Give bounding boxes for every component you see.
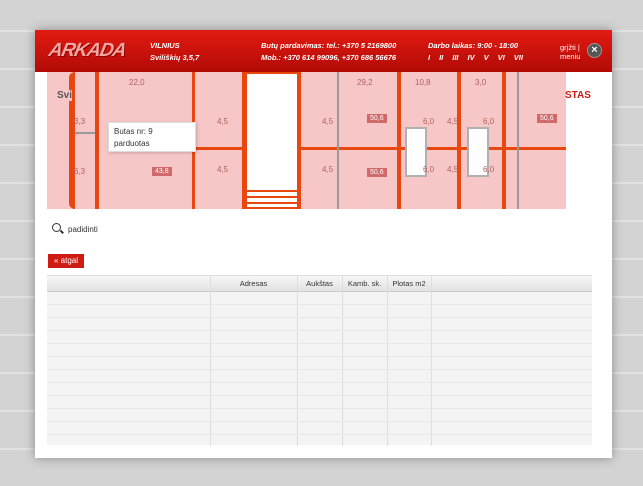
tooltip-number: 9 [148, 127, 153, 136]
table-row [47, 356, 592, 357]
column-header-address[interactable]: Adresas [210, 276, 297, 292]
close-icon[interactable]: × [587, 43, 602, 58]
table-header: Adresas Aukštas Kamb. sk. Plotas m2 [47, 276, 592, 292]
staircase [245, 72, 299, 209]
stair-step [247, 202, 297, 204]
room-area-label: 4,5 [322, 117, 334, 126]
floor-plan-wall [195, 147, 242, 150]
floor-plan-wall [457, 72, 461, 209]
apartment-area-tag: 50,6 [367, 114, 387, 123]
magnifier-icon [52, 223, 64, 235]
room-area-label: 4,5 [217, 117, 229, 126]
room-area-label: 6,0 [483, 165, 495, 174]
street-address: Sviliškių 3,5,7 [150, 53, 200, 62]
apartments-table: Adresas Aukštas Kamb. sk. Plotas m2 [47, 275, 592, 446]
sales-phone: Butų pardavimas: tel.: +370 5 2169800 [261, 41, 397, 50]
day-6: VI [497, 53, 505, 62]
room-area-label: 3,0 [475, 78, 487, 87]
zoom-label: padidinti [68, 224, 98, 234]
day-2: II [439, 53, 444, 62]
hours-text: Darbo laikas: 9:00 - 18:00 [428, 41, 519, 50]
stair-step [247, 190, 297, 192]
floor-plan-wall [502, 72, 506, 209]
day-4: IV [467, 53, 475, 62]
day-3: III [452, 53, 459, 62]
tooltip-label: Butas nr: [114, 127, 147, 136]
floor-plan-wall [397, 72, 401, 209]
apartment-area-tag: 43,8 [152, 167, 172, 176]
room-area-label: 6,0 [423, 165, 435, 174]
day-5: V [483, 53, 489, 62]
column-header-area[interactable]: Plotas m2 [387, 276, 431, 292]
table-row [47, 382, 592, 383]
room-area-label: 4,5 [322, 165, 334, 174]
room-area-label: 4,5 [447, 165, 459, 174]
column-header [47, 276, 210, 292]
table-row [47, 330, 592, 331]
apartment-tooltip: Butas nr: 9 parduotas [108, 122, 196, 152]
room-area-label: 6,0 [423, 117, 435, 126]
table-row [47, 304, 592, 305]
table-row [47, 434, 592, 435]
room-area-label: 10,8 [415, 78, 431, 87]
sales-contacts: Butų pardavimas: tel.: +370 5 2169800 Mo… [261, 40, 396, 64]
day-1: I [428, 53, 431, 62]
mobile-phones: Mob.: +370 614 99096, +370 686 56676 [261, 53, 397, 62]
tooltip-status: parduotas [114, 139, 150, 148]
floor-plan-wall [517, 72, 519, 209]
room-area-label: 22,0 [129, 78, 145, 87]
apartment-area-tag: 50,6 [537, 114, 557, 123]
plan-title-left: Svi [57, 90, 73, 101]
back-to-menu-link[interactable]: grįžti | meniu [560, 43, 580, 61]
room-area-label: 6,3 [74, 167, 86, 176]
apartment-modal: ARKADA VILNIUS Sviliškių 3,5,7 Butų pard… [35, 30, 612, 458]
plan-title-right: STAS [565, 90, 591, 101]
back-button[interactable]: « atgal [48, 254, 85, 268]
tooltip-apartment-number: Butas nr: 9 [114, 126, 190, 138]
back-to-menu-line1: grįžti | [560, 43, 580, 52]
room-area-label: 3,3 [74, 117, 86, 126]
city-name: VILNIUS [150, 41, 180, 50]
modal-header: ARKADA VILNIUS Sviliškių 3,5,7 Butų pard… [35, 30, 612, 72]
table-row [47, 395, 592, 396]
location-info: VILNIUS Sviliškių 3,5,7 [150, 40, 199, 64]
stair-step [247, 196, 297, 198]
working-hours: Darbo laikas: 9:00 - 18:00 I II III IV V VI VI… [428, 40, 532, 64]
working-days: I II III IV V VI VII [428, 52, 532, 64]
table-row [47, 369, 592, 370]
column-header-rooms[interactable]: Kamb. sk. [342, 276, 387, 292]
floor-plan-wall [301, 147, 566, 150]
table-row [47, 421, 592, 422]
back-to-menu-line2: meniu [560, 52, 581, 61]
day-7: VII [513, 53, 523, 62]
arkada-logo[interactable]: ARKADA [47, 40, 128, 62]
room-area-label: 4,5 [217, 165, 229, 174]
column-header-floor[interactable]: Aukštas [297, 276, 342, 292]
table-row [47, 317, 592, 318]
room-area-label: 6,0 [483, 117, 495, 126]
room-area-label: 4,5 [447, 117, 459, 126]
floor-plan-wall [95, 72, 99, 209]
column-header [431, 276, 592, 292]
zoom-in-button[interactable]: padidinti [52, 223, 98, 235]
table-row [47, 343, 592, 344]
floor-plan-wall [337, 72, 339, 209]
apartment-area-tag: 50,6 [367, 168, 387, 177]
table-row [47, 408, 592, 409]
room-area-label: 29,2 [357, 78, 373, 87]
floor-plan-wall [75, 132, 95, 134]
